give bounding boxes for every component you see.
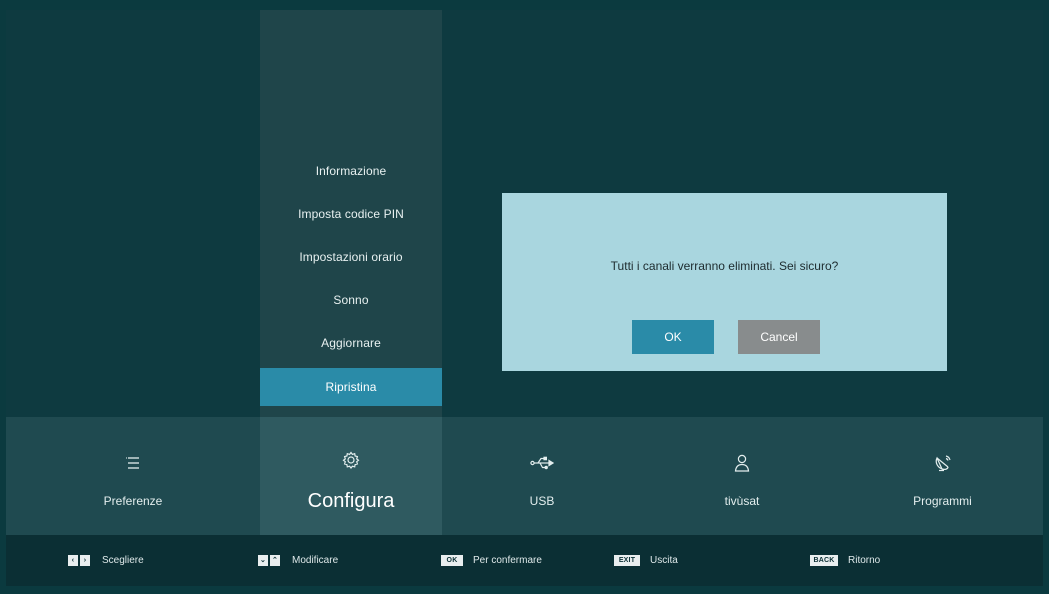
up-down-keys: ⌄ ⌃ <box>258 554 282 566</box>
list-icon <box>6 453 260 473</box>
hint-ritorno: BACK Ritorno <box>810 553 880 567</box>
submenu-item-pin[interactable]: Imposta codice PIN <box>260 193 442 236</box>
category-label: tivùsat <box>724 494 760 508</box>
submenu-list: Informazione Imposta codice PIN Impostaz… <box>260 150 442 406</box>
category-preferenze[interactable]: Preferenze <box>6 417 260 535</box>
submenu-item-aggiornare[interactable]: Aggiornare <box>260 322 442 365</box>
ok-key-icon: OK <box>441 554 463 566</box>
hint-label: Ritorno <box>848 554 881 566</box>
satellite-dish-icon <box>842 453 1043 473</box>
category-programmi[interactable]: Programmi <box>842 417 1043 535</box>
left-arrow-key-icon: ‹ <box>68 554 78 566</box>
back-key-icon: BACK <box>810 554 838 566</box>
hint-modificare: ⌄ ⌃ Modificare <box>258 553 338 567</box>
remote-hints-bar: ‹ › Scegliere ⌄ ⌃ Modificare OK Per conf… <box>6 535 1043 586</box>
category-label: USB <box>529 494 555 508</box>
right-arrow-key-icon: › <box>80 554 90 566</box>
up-arrow-key-icon: ⌃ <box>270 554 280 566</box>
left-right-keys: ‹ › <box>68 554 92 566</box>
ok-button[interactable]: OK <box>632 320 714 354</box>
submenu-item-informazione[interactable]: Informazione <box>260 150 442 193</box>
hint-uscita: EXIT Uscita <box>614 553 678 567</box>
hint-conferma: OK Per confermare <box>441 553 542 567</box>
reset-confirm-dialog: Tutti i canali verranno eliminati. Sei s… <box>502 193 947 371</box>
submenu-item-orario[interactable]: Impostazioni orario <box>260 236 442 279</box>
submenu-item-sonno[interactable]: Sonno <box>260 279 442 322</box>
hint-label: Uscita <box>650 554 678 566</box>
person-icon <box>642 453 842 473</box>
hint-label: Modificare <box>292 554 339 566</box>
hint-scegliere: ‹ › Scegliere <box>68 553 144 567</box>
usb-icon <box>442 453 642 473</box>
settings-submenu: Informazione Imposta codice PIN Impostaz… <box>260 10 442 417</box>
tv-screen: Informazione Imposta codice PIN Impostaz… <box>6 10 1043 586</box>
dialog-message: Tutti i canali verranno eliminati. Sei s… <box>610 259 839 273</box>
category-tivusat[interactable]: tivùsat <box>642 417 842 535</box>
down-arrow-key-icon: ⌄ <box>258 554 268 566</box>
category-label: Preferenze <box>103 494 163 508</box>
category-bar: Preferenze Configura USB tivùsat Program… <box>6 417 1043 535</box>
submenu-item-ripristina[interactable]: Ripristina <box>260 368 442 406</box>
category-label: Configura <box>307 490 395 512</box>
category-configura[interactable]: Configura <box>260 417 442 535</box>
gear-icon <box>260 450 442 470</box>
hint-label: Scegliere <box>102 554 144 566</box>
hint-label: Per confermare <box>473 554 542 566</box>
exit-key-icon: EXIT <box>614 554 640 566</box>
category-usb[interactable]: USB <box>442 417 642 535</box>
cancel-button[interactable]: Cancel <box>738 320 820 354</box>
category-label: Programmi <box>913 494 972 508</box>
